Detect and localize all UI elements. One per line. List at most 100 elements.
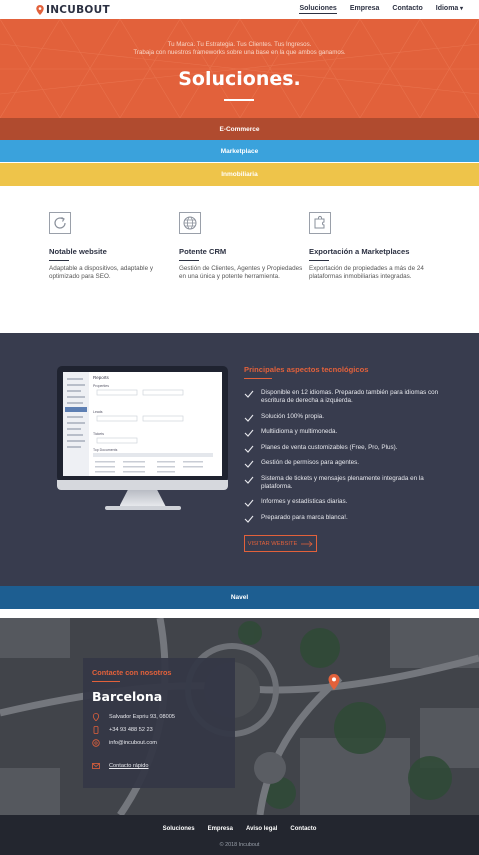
- dashboard-preview: Reports Properties Leads Tickets Top Doc…: [63, 372, 213, 476]
- nav-empresa[interactable]: Empresa: [350, 5, 380, 14]
- check-icon: [244, 390, 254, 398]
- globe-icon: [179, 212, 201, 234]
- list-item-text: Sistema de tickets y mensajes plenamente…: [261, 474, 424, 490]
- footer-nav: Soluciones Empresa Aviso legal Contacto: [0, 826, 479, 832]
- list-item-text: Solución 100% propia.: [261, 412, 325, 420]
- at-icon: [92, 739, 100, 747]
- visit-website-button[interactable]: VISITAR WEBSITE: [244, 535, 317, 552]
- location-pin-icon: [36, 4, 44, 15]
- phone-text: +34 93 488 52 23: [109, 727, 153, 733]
- divider: [49, 260, 69, 261]
- check-icon: [244, 499, 254, 507]
- check-icon: [244, 429, 254, 437]
- divider: [244, 378, 272, 379]
- feature-potente-crm: Potente CRM Gestión de Clientes, Agentes…: [179, 212, 303, 282]
- band-ecommerce[interactable]: E-Commerce: [0, 118, 479, 140]
- footer-link-contacto[interactable]: Contacto: [290, 826, 316, 832]
- footer-link-aviso-legal[interactable]: Aviso legal: [246, 826, 277, 832]
- feature-title: Exportación a Marketplaces: [309, 247, 410, 256]
- email-text: info@incubout.com: [109, 740, 157, 746]
- spacer: [0, 609, 479, 618]
- divider: [92, 681, 120, 682]
- nav-idioma-dropdown[interactable]: Idioma: [436, 5, 463, 14]
- band-navel[interactable]: Navel: [0, 586, 479, 609]
- location-icon: [92, 713, 100, 721]
- nav-soluciones[interactable]: Soluciones: [299, 5, 337, 14]
- feature-exportacion: Exportación a Marketplaces Exportación d…: [309, 212, 439, 282]
- visit-website-label: VISITAR WEBSITE: [247, 540, 298, 547]
- envelope-icon: [92, 763, 100, 769]
- feature-text: Gestión de Clientes, Agentes y Propiedad…: [179, 265, 303, 281]
- map-marker-icon[interactable]: [328, 674, 340, 690]
- dashboard-screenshot: Reports Properties Leads Tickets Top Doc…: [63, 372, 222, 476]
- check-icon: [244, 460, 254, 468]
- contact-city: Barcelona: [92, 689, 163, 704]
- contact-heading: Contacte con nosotros: [92, 668, 172, 677]
- feature-text: Exportación de propiedades a más de 24 p…: [309, 265, 424, 281]
- contact-phone[interactable]: +34 93 488 52 23: [92, 726, 226, 734]
- list-item: Preparado para marca blanca!.: [244, 513, 444, 523]
- list-item: Disponible en 12 idiomas. Preparado tamb…: [244, 389, 444, 405]
- refresh-icon: [49, 212, 71, 234]
- quick-contact-text: Contacto rápido: [109, 763, 149, 769]
- hero-tagline-line-2: Trabaja con nuestros frameworks sobre un…: [133, 49, 346, 56]
- hero-banner: Tu Marca. Tu Estrategia. Tus Clientes. T…: [0, 19, 479, 118]
- band-marketplace[interactable]: Marketplace: [0, 140, 479, 162]
- tech-feature-list: Disponible en 12 idiomas. Preparado tamb…: [244, 389, 444, 529]
- check-icon: [244, 414, 254, 422]
- site-footer: Soluciones Empresa Aviso legal Contacto …: [0, 815, 479, 855]
- site-header: INCUBOUT Soluciones Empresa Contacto Idi…: [0, 0, 479, 19]
- contact-email[interactable]: info@incubout.com: [92, 739, 226, 747]
- main-nav: Soluciones Empresa Contacto Idioma: [299, 5, 463, 14]
- dashboard-tickets-label: Tickets: [93, 432, 104, 436]
- footer-link-empresa[interactable]: Empresa: [208, 826, 233, 832]
- list-item: Planes de venta customizables (Free, Pro…: [244, 443, 444, 453]
- feature-notable-website: Notable website Adaptable a dispositivos…: [49, 212, 173, 282]
- check-icon: [244, 515, 254, 523]
- list-item: Sistema de tickets y mensajes plenamente…: [244, 475, 444, 491]
- tech-title: Principales aspectos tecnológicos: [244, 365, 369, 374]
- monitor-stand: [119, 490, 166, 506]
- logo-text: INCUBOUT: [46, 3, 110, 16]
- page-title: Soluciones.: [178, 68, 301, 90]
- monitor-chin: [57, 480, 228, 490]
- feature-text: Adaptable a dispositivos, adaptable y op…: [49, 265, 153, 281]
- divider: [179, 260, 199, 261]
- phone-icon: [93, 726, 99, 734]
- title-underline: [224, 99, 254, 101]
- contact-address: Salvador Espriu 93, 08005: [92, 713, 226, 721]
- tech-section: Reports Properties Leads Tickets Top Doc…: [0, 333, 479, 586]
- list-item-text: Gestión de permisos para agentes.: [261, 459, 360, 466]
- list-item-text: Informes y estadísticas diarias.: [261, 498, 348, 505]
- monitor-mockup: Reports Properties Leads Tickets Top Doc…: [57, 366, 228, 510]
- list-item: Informes y estadísticas diarias.: [244, 498, 444, 507]
- feature-title: Notable website: [49, 247, 107, 256]
- dashboard-reports-label: Reports: [93, 375, 110, 380]
- address-text: Salvador Espriu 93, 08005: [109, 714, 175, 720]
- list-item: Multiidioma y multimoneda.: [244, 428, 444, 437]
- arrow-right-icon: [301, 540, 314, 547]
- feature-title: Potente CRM: [179, 247, 227, 256]
- satellite-map: [0, 618, 479, 815]
- list-item-text: Planes de venta customizables (Free, Pro…: [261, 443, 398, 451]
- dashboard-leads-label: Leads: [93, 410, 103, 414]
- nav-contacto[interactable]: Contacto: [392, 5, 422, 14]
- quick-contact-link[interactable]: Contacto rápido: [92, 762, 226, 770]
- check-icon: [244, 445, 254, 453]
- logo[interactable]: INCUBOUT: [36, 4, 110, 16]
- contact-card: Contacte con nosotros Barcelona Salvador…: [83, 658, 235, 788]
- dashboard-properties-label: Properties: [93, 384, 109, 388]
- divider: [309, 260, 329, 261]
- monitor-screen: Reports Properties Leads Tickets Top Doc…: [57, 366, 228, 482]
- copyright: © 2018 Incubout: [219, 842, 260, 848]
- footer-link-soluciones[interactable]: Soluciones: [163, 826, 195, 832]
- hero-tagline: Tu Marca. Tu Estrategia. Tus Clientes. T…: [0, 41, 479, 57]
- band-inmobiliaria[interactable]: Inmobiliaria: [0, 163, 479, 186]
- map-section[interactable]: [0, 618, 479, 815]
- list-item: Solución 100% propia.: [244, 412, 444, 422]
- list-item-text: Multiidioma y multimoneda.: [261, 428, 338, 435]
- list-item-text: Preparado para marca blanca!.: [261, 513, 348, 521]
- check-icon: [244, 476, 254, 484]
- features-section: Notable website Adaptable a dispositivos…: [0, 186, 479, 333]
- dashboard-documents-label: Top Documents: [93, 448, 118, 452]
